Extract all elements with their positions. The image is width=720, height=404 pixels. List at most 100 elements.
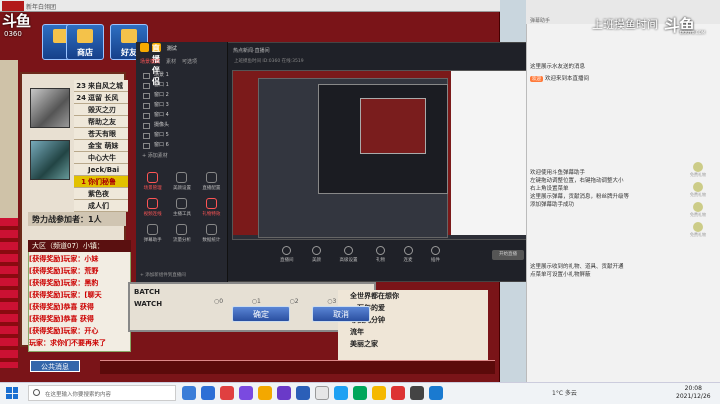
start-icon[interactable] — [6, 387, 18, 399]
photoshop-icon[interactable] — [296, 386, 310, 400]
video-icon — [147, 198, 159, 209]
studio-app-icon[interactable] — [410, 386, 424, 400]
game-bottom-bar — [100, 360, 495, 374]
list-item[interactable]: 成人们 — [74, 200, 128, 212]
gift-item: 免费礼物 — [684, 202, 712, 220]
chat-line: [获得奖励]玩家：开心 — [29, 327, 99, 335]
chat-line: [获得奖励]恭喜 获得 — [29, 303, 94, 311]
chat-header: 大区（频道07）小镇： — [28, 240, 131, 252]
stream-banner: 上班摸鱼时间 — [592, 18, 658, 31]
list-item[interactable]: 紫色夜 — [74, 188, 128, 200]
tool-config[interactable]: 直播配置 — [197, 172, 226, 191]
clock[interactable]: 20:08 2021/12/26 — [676, 385, 711, 401]
tool-scene-manage[interactable]: 场景管理 — [138, 172, 167, 191]
list-item-selected[interactable]: 1 你们秘鲁 — [74, 176, 128, 188]
tab-scene-mode[interactable]: 场景模式 — [140, 58, 160, 68]
tab-options[interactable]: 可选项 — [182, 58, 197, 68]
danmaku-title: 弹幕助手 — [530, 18, 551, 24]
video-app-icon[interactable] — [220, 386, 234, 400]
premiere-icon[interactable] — [277, 386, 291, 400]
scene-item[interactable]: 窗口 5 — [140, 130, 226, 140]
chat-line: [获得奖励]玩家：小妹 — [29, 255, 99, 263]
list-item[interactable]: 流年 — [338, 326, 488, 338]
scene-item[interactable]: 窗口 6 — [140, 140, 226, 150]
tab-material[interactable]: 素材 — [166, 58, 176, 68]
game-app-icon[interactable] — [391, 386, 405, 400]
chat-box[interactable]: [获得奖励]玩家：小妹 [获得奖励]玩家：荒野 [获得奖励]玩家：黑豹 [获得奖… — [28, 240, 131, 352]
list-item[interactable]: 金宝 萌妹 — [74, 140, 128, 152]
wechat-icon[interactable] — [353, 386, 367, 400]
weather-widget[interactable]: 1°C 多云 — [552, 388, 577, 397]
qq-icon[interactable] — [334, 386, 348, 400]
list-item[interactable]: 全世界都在想你 — [338, 290, 488, 302]
friends-icon — [121, 29, 137, 43]
shop-button[interactable]: 商店 — [66, 24, 104, 60]
browser-icon[interactable] — [201, 386, 215, 400]
confirm-button[interactable]: 确定 — [232, 306, 290, 322]
list-item[interactable]: 美丽之家 — [338, 338, 488, 350]
shop-icon — [77, 29, 93, 43]
tool-gift-effect[interactable]: 礼物特效 — [197, 198, 226, 217]
config-icon — [205, 172, 217, 183]
tool-gift[interactable]: 礼物 — [376, 246, 385, 263]
tool-mic[interactable]: 连麦 — [403, 246, 413, 263]
scene-item[interactable]: 窗口 1 — [140, 80, 226, 90]
gift-item: 免费礼物 — [684, 162, 712, 180]
beauty-icon — [176, 172, 188, 183]
douyu-app-icon[interactable] — [372, 386, 386, 400]
radio-option[interactable]: ○2 — [289, 298, 298, 308]
add-widget-link[interactable]: + 添加新组件到直播间 — [140, 272, 226, 278]
dialog-row: BATCH — [134, 288, 160, 296]
stats-icon — [205, 224, 217, 235]
premiere-icon[interactable] — [239, 386, 253, 400]
taskbar-search-input[interactable]: 在这里输入你要搜索的内容 — [28, 385, 176, 401]
anchor-icon — [176, 198, 188, 209]
chat-line: [获得奖励]玩家：荒野 — [29, 267, 99, 275]
list-item[interactable]: 中心大牛 — [74, 152, 128, 164]
radio-option[interactable]: ○0 — [214, 298, 223, 308]
tool-plugin[interactable]: 插件 — [431, 246, 440, 263]
tool-danmaku[interactable]: 弹幕助手 — [138, 224, 167, 243]
scene-item[interactable]: 场景 1 — [140, 70, 226, 80]
public-message-button[interactable]: 公共消息 — [30, 360, 80, 372]
list-item[interactable]: Jeck/Bai — [74, 164, 128, 176]
tool-beauty-2[interactable]: 美颜 — [312, 246, 321, 263]
beauty-icon — [312, 246, 321, 255]
player-portrait-2[interactable] — [30, 140, 70, 180]
power-participants: 势力战参加者：1人 — [28, 212, 126, 226]
red-band — [0, 218, 18, 368]
studio-tabs: 场景模式 素材 可选项 — [140, 58, 226, 68]
gift-icon — [693, 202, 703, 212]
douyu-watermark-sub: DOUYU.COM — [680, 30, 706, 35]
tool-stats[interactable]: 数据统计 — [197, 224, 226, 243]
chrome-icon[interactable] — [315, 386, 329, 400]
add-material-button[interactable]: + 添加素材 — [142, 152, 168, 159]
list-item[interactable]: 毁灭之刃 — [74, 104, 128, 116]
start-stream-button[interactable]: 开始直播 — [492, 250, 524, 260]
edge-icon[interactable] — [429, 386, 443, 400]
list-item[interactable]: 24 逗留 长风 — [74, 92, 128, 104]
room-id: 0360 — [4, 30, 22, 38]
list-item[interactable]: 苍天有眼 — [74, 128, 128, 140]
scene-item[interactable]: 摄像头 — [140, 120, 226, 130]
scene-item[interactable]: 窗口 3 — [140, 100, 226, 110]
danmaku-icon — [147, 224, 159, 235]
tool-room[interactable]: 直播间 — [280, 246, 294, 263]
danmaku-message: 点菜单可设置小礼物屏蔽 — [530, 272, 591, 278]
list-item[interactable]: 帮助之友 — [74, 116, 128, 128]
scene-item[interactable]: 窗口 2 — [140, 90, 226, 100]
mic-icon — [403, 246, 413, 255]
cancel-button[interactable]: 取消 — [312, 306, 370, 322]
player-portrait[interactable] — [30, 88, 70, 128]
scene-item[interactable]: 窗口 4 — [140, 110, 226, 120]
tool-anchor[interactable]: 主播工具 — [167, 198, 196, 217]
task-view-icon[interactable] — [182, 386, 196, 400]
tool-advanced[interactable]: 高级设置 — [340, 246, 358, 263]
folder-icon[interactable] — [258, 386, 272, 400]
tool-video-link[interactable]: 视频连线 — [138, 198, 167, 217]
game-title-bar[interactable]: 新年白翎团 — [0, 0, 500, 12]
list-item[interactable]: 23 来自风之城 — [74, 80, 128, 92]
tool-traffic[interactable]: 流量分析 — [167, 224, 196, 243]
tool-beauty[interactable]: 美颜设置 — [167, 172, 196, 191]
gift-icon — [205, 198, 217, 209]
